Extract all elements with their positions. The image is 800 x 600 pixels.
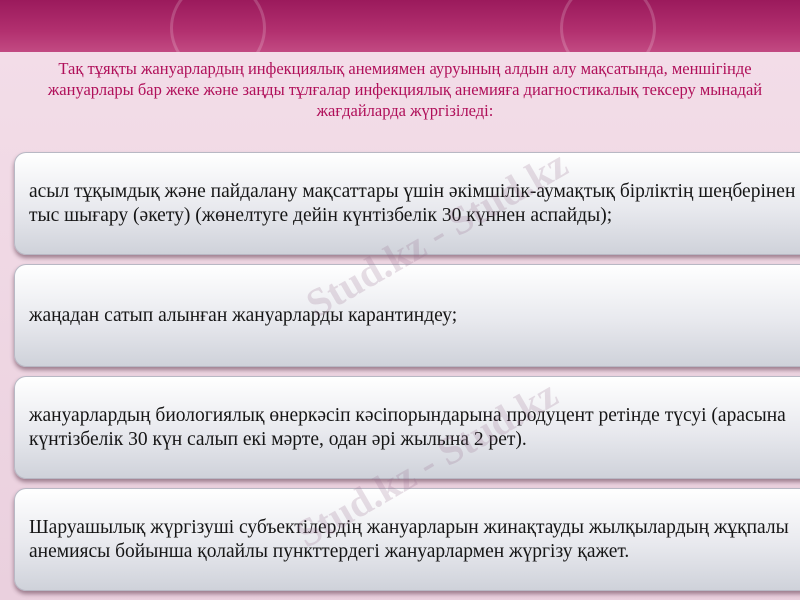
list-item-text: жаңадан сатып алынған жануарларды карант… xyxy=(29,304,458,326)
top-banner xyxy=(0,0,800,76)
list-item-text: жануарлардың биологиялық өнеркәсіп кәсіп… xyxy=(29,404,786,450)
slide-title: Тақ тұяқты жануарлардың инфекциялық анем… xyxy=(47,59,763,120)
list-item: жануарлардың биологиялық өнеркәсіп кәсіп… xyxy=(14,376,800,479)
list-item: Шаруашылық жүргізуші субъектілердің жану… xyxy=(14,488,800,591)
list-item: жаңадан сатып алынған жануарларды карант… xyxy=(14,264,800,367)
list-item-text: Шаруашылық жүргізуші субъектілердің жану… xyxy=(29,516,789,562)
list-item-text: асыл тұқымдық және пайдалану мақсаттары … xyxy=(29,180,796,226)
list-item: асыл тұқымдық және пайдалану мақсаттары … xyxy=(14,152,800,255)
